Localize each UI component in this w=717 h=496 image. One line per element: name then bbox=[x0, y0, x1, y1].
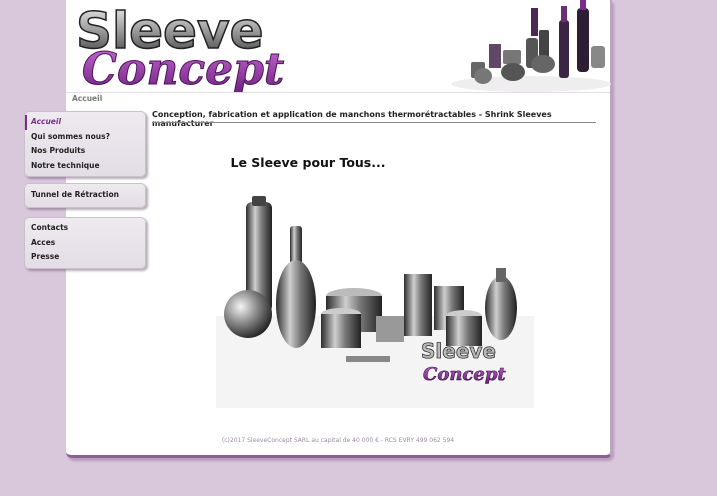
footer-copyright: (c)2017 SleeveConcept SARL au capital de… bbox=[221, 437, 455, 444]
nav-item-notre-technique[interactable]: Notre technique bbox=[25, 159, 145, 174]
sleeveconcept-logo[interactable]: Sleeve Concept bbox=[74, 0, 296, 92]
svg-text:Sleeve: Sleeve bbox=[421, 339, 496, 363]
tagline-divider bbox=[152, 122, 596, 123]
product-showcase-image: Sleeve Concept bbox=[216, 196, 534, 408]
tagline: Conception, fabrication et application d… bbox=[152, 110, 552, 128]
nav-item-tunnel-de-retraction[interactable]: Tunnel de Rétraction bbox=[25, 188, 145, 203]
header-divider bbox=[66, 92, 610, 93]
page-container: Sleeve Concept Accueil Conception, fabri… bbox=[66, 0, 612, 458]
nav-item-qui-sommes-nous[interactable]: Qui sommes nous? bbox=[25, 130, 145, 145]
nav-item-acces[interactable]: Acces bbox=[25, 236, 145, 251]
nav-item-presse[interactable]: Presse bbox=[25, 250, 145, 265]
breadcrumb: Accueil bbox=[72, 94, 103, 103]
nav-item-nos-produits[interactable]: Nos Produits bbox=[25, 144, 145, 159]
product-bottles-header-image bbox=[451, 0, 611, 92]
nav-menu-contact: Contacts Acces Presse bbox=[24, 217, 146, 269]
nav-item-accueil[interactable]: Accueil bbox=[25, 115, 145, 130]
svg-text:Concept: Concept bbox=[82, 44, 284, 92]
nav-menu-main: Accueil Qui sommes nous? Nos Produits No… bbox=[24, 111, 146, 177]
nav-menu-tunnel: Tunnel de Rétraction bbox=[24, 183, 146, 208]
nav-item-contacts[interactable]: Contacts bbox=[25, 221, 145, 236]
svg-text:Concept: Concept bbox=[423, 364, 506, 385]
